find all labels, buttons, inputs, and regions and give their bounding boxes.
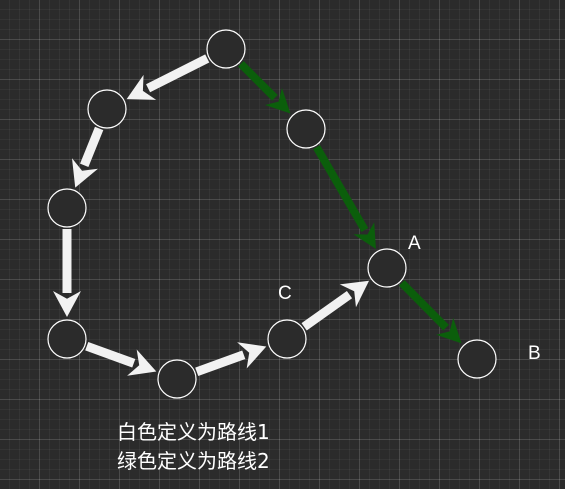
route2-arrow-start-to-g1 [238, 61, 291, 114]
route1-arrow-start-to-w1-shaft [146, 54, 210, 93]
route1-arrow-C-to-A-shaft [301, 290, 353, 331]
route-diagram [47, 29, 497, 399]
route1-arrow-w4-to-C-shaft [195, 350, 246, 377]
node-a [367, 248, 407, 288]
node-w4 [157, 359, 197, 399]
node-w1 [87, 89, 127, 129]
node-w3 [47, 319, 87, 359]
route2-arrow-A-to-B [398, 280, 462, 344]
legend-route1: 白色定义为路线1 [117, 420, 270, 444]
node-label-b: B [528, 343, 541, 364]
route1-arrow-w3-to-w4 [85, 341, 157, 376]
route1-arrow-start-to-w1 [126, 54, 210, 100]
node-b [457, 339, 497, 379]
route1-arrow-w1-to-w2-shaft [80, 126, 104, 168]
route2-arrow-start-to-g1-shaft [238, 61, 278, 101]
route-legend: 白色定义为路线1 绿色定义为路线2 [117, 418, 270, 476]
route1-arrow-w4-to-C [195, 342, 267, 377]
route1-arrow-w1-to-w2 [72, 126, 104, 188]
route2-arrow-A-to-B-shaft [398, 280, 449, 331]
route1-arrow-w3-to-w4-shaft [85, 341, 136, 368]
node-label-c: C [278, 283, 292, 304]
nodes-layer [47, 29, 497, 399]
route1-arrow-w2-to-w3 [53, 229, 81, 317]
node-label-a: A [408, 233, 421, 254]
route2-arrow-g1-to-A [313, 145, 376, 249]
node-g1 [286, 109, 326, 149]
route1-arrow-w2-to-w3-head [53, 291, 81, 317]
node-start [206, 29, 246, 69]
route2-arrow-g1-to-A-shaft [313, 145, 369, 232]
legend-route2: 绿色定义为路线2 [117, 449, 270, 473]
node-c [267, 319, 307, 359]
node-w2 [47, 188, 87, 228]
route1-arrow-C-to-A [301, 280, 370, 331]
